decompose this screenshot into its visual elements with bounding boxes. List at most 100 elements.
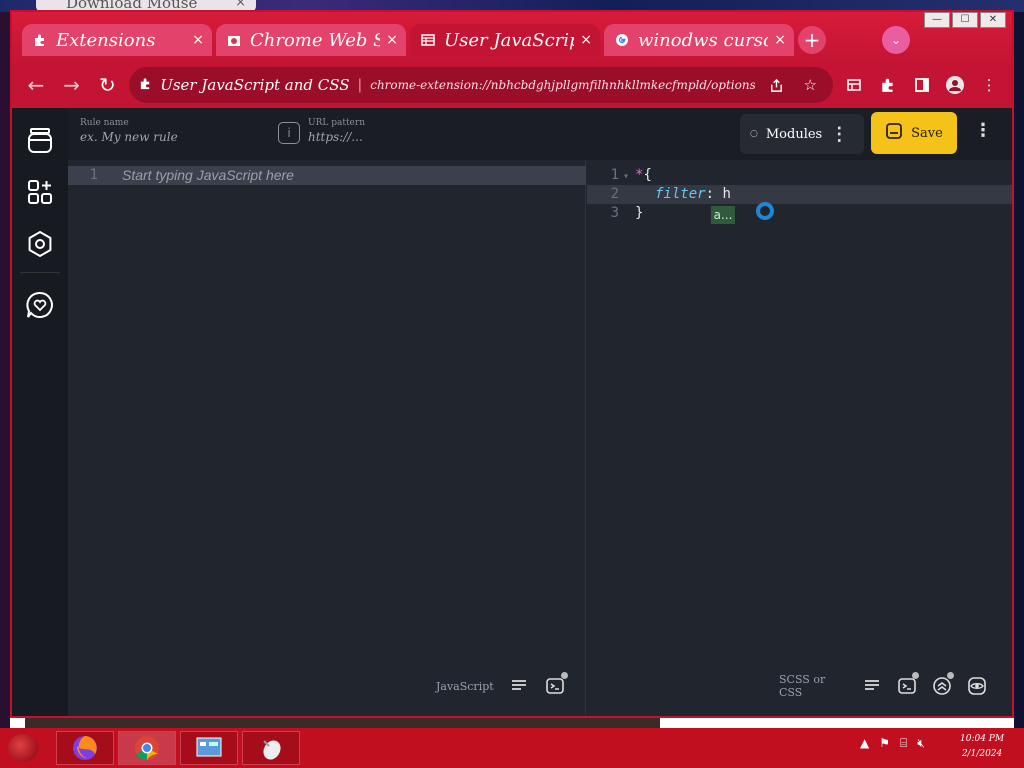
back-arrow-icon[interactable]: ←	[22, 71, 50, 99]
save-button[interactable]: Save	[871, 112, 957, 154]
profile-avatar-icon[interactable]	[942, 72, 968, 98]
taskbar: ▲ ⚑ ⌸ 🔇︎ 10:04 PM 2/1/2024	[0, 728, 1024, 768]
settings-hexagon-icon[interactable]	[20, 224, 60, 264]
console-icon[interactable]	[897, 672, 920, 697]
modules-button[interactable]: ○ Modules ⋮	[740, 114, 864, 154]
separator: |	[357, 77, 363, 93]
tab-extensions[interactable]: Extensions ×	[22, 24, 212, 56]
share-icon[interactable]	[763, 72, 789, 98]
address-bar[interactable]: User JavaScript and CSS | chrome-extensi…	[129, 67, 834, 103]
app-sidebar	[12, 108, 68, 716]
close-icon[interactable]: ×	[774, 32, 786, 48]
reading-list-icon[interactable]	[841, 72, 867, 98]
autocomplete-hint[interactable]: a...	[711, 206, 735, 224]
start-button[interactable]	[8, 734, 38, 762]
line-number: 1	[89, 167, 98, 183]
url-text[interactable]: chrome-extension://nbhcbdghjpllgmfilhnhk…	[370, 78, 755, 92]
system-tray: ▲ ⚑ ⌸ 🔇︎	[860, 736, 925, 751]
code-text: filter: h	[655, 186, 731, 202]
extension-name: User JavaScript and CSS	[160, 76, 350, 94]
format-align-icon[interactable]	[862, 675, 883, 697]
fold-arrow-icon[interactable]: ▾	[623, 171, 629, 182]
save-icon	[885, 122, 903, 144]
close-icon[interactable]: ×	[386, 32, 398, 48]
close-window-button[interactable]: ✕	[980, 12, 1006, 28]
control-panel-taskbar-icon[interactable]	[180, 731, 238, 765]
modules-dot-icon: ○	[750, 129, 758, 139]
forward-arrow-icon[interactable]: →	[58, 71, 86, 99]
notification-dot	[560, 672, 568, 679]
modules-menu-icon[interactable]: ⋮	[830, 124, 848, 145]
tab-google-search[interactable]: winodws cursor ×	[604, 24, 794, 56]
chrome-menu-icon[interactable]: ⋮	[976, 72, 1002, 98]
tab-strip: Extensions × Chrome Web Store × User Jav…	[22, 24, 826, 56]
show-hidden-icons-icon[interactable]: ▲	[860, 736, 869, 751]
tab-chrome-web-store[interactable]: Chrome Web Store ×	[216, 24, 406, 56]
title-bar: — ☐ ✕ Extensions × Chrome Web Store ×	[12, 12, 1012, 62]
code-text: }	[635, 205, 644, 221]
tab-search-button[interactable]: ⌄	[882, 26, 910, 54]
extensions-puzzle-icon[interactable]	[875, 72, 901, 98]
maximize-button[interactable]: ☐	[952, 12, 978, 28]
desktop-left-strip	[0, 12, 10, 728]
window-controls: — ☐ ✕	[924, 12, 1006, 28]
javascript-editor-footer: JavaScript	[424, 668, 578, 704]
chrome-taskbar-icon[interactable]	[118, 731, 176, 765]
line-number: 2	[610, 186, 619, 202]
reload-icon[interactable]: ↻	[93, 71, 121, 99]
rule-name-field[interactable]: Rule name ex. My new rule	[80, 118, 178, 144]
puzzle-icon	[32, 32, 48, 48]
language-label: JavaScript	[436, 679, 494, 693]
webstore-icon	[226, 32, 242, 48]
tab-title: winodws cursor	[638, 29, 769, 51]
editor-line[interactable]: 1 Start typing JavaScript here	[68, 166, 586, 185]
tab-user-javascript-css[interactable]: User JavaScript and CSS ×	[410, 24, 600, 56]
scroll-up-icon[interactable]	[931, 672, 955, 697]
close-icon[interactable]: ×	[192, 32, 204, 48]
firefox-taskbar-icon[interactable]	[56, 731, 114, 765]
rule-name-label: Rule name	[80, 118, 129, 128]
css-editor[interactable]: 1 ▾ *{ 2 filter: h 3 } a... SCSS or CSS	[587, 160, 1012, 716]
extension-options-app: Rule name ex. My new rule i URL pattern …	[12, 108, 1012, 716]
heart-chat-icon[interactable]	[20, 285, 60, 325]
editor-line[interactable]: 3 }	[587, 204, 1012, 223]
system-clock[interactable]: 10:04 PM 2/1/2024	[960, 732, 1004, 762]
add-app-icon[interactable]	[20, 172, 60, 212]
preview-eye-icon[interactable]	[966, 675, 987, 697]
line-number: 3	[610, 205, 619, 221]
close-icon[interactable]: ×	[580, 32, 592, 48]
minimize-button[interactable]: —	[924, 12, 950, 28]
url-pattern-field[interactable]: URL pattern https://...	[308, 118, 365, 144]
rule-header: Rule name ex. My new rule i URL pattern …	[68, 108, 1012, 160]
volume-muted-icon[interactable]: 🔇︎	[917, 736, 925, 751]
info-icon[interactable]: i	[278, 122, 300, 144]
mouse-app-taskbar-icon[interactable]	[242, 731, 300, 765]
browser-toolbar: ← → ↻ User JavaScript and CSS | chrome-e…	[12, 62, 1012, 108]
clock-time: 10:04 PM	[960, 734, 1005, 744]
flag-icon[interactable]: ⚑	[879, 736, 890, 751]
code-text: *{	[635, 167, 652, 183]
browser-window: — ☐ ✕ Extensions × Chrome Web Store ×	[10, 10, 1014, 718]
more-options-icon[interactable]: ⋮	[974, 120, 992, 141]
notification-dot	[947, 672, 955, 679]
tab-title: User JavaScript and CSS	[444, 29, 574, 51]
modules-label: Modules	[765, 126, 823, 142]
rule-name-input[interactable]: ex. My new rule	[80, 130, 178, 144]
bookmark-star-icon[interactable]: ☆	[797, 72, 823, 98]
sidebar-divider	[20, 272, 60, 273]
google-icon	[614, 32, 630, 48]
url-pattern-input[interactable]: https://...	[308, 130, 365, 144]
console-icon[interactable]	[544, 672, 568, 697]
editor-line[interactable]: 1 ▾ *{	[587, 166, 1012, 185]
format-align-icon[interactable]	[508, 675, 530, 697]
editor-line-active[interactable]: 2 filter: h	[587, 185, 1012, 204]
network-icon[interactable]: ⌸	[900, 736, 907, 751]
javascript-editor[interactable]: 1 Start typing JavaScript here JavaScrip…	[68, 160, 586, 716]
new-tab-button[interactable]: +	[798, 26, 826, 54]
rules-jar-icon[interactable]	[20, 120, 60, 160]
save-label: Save	[911, 125, 943, 141]
notification-dot	[912, 672, 920, 679]
side-panel-icon[interactable]	[909, 72, 935, 98]
url-pattern-label: URL pattern	[308, 118, 365, 128]
loading-cursor-icon	[756, 202, 774, 220]
